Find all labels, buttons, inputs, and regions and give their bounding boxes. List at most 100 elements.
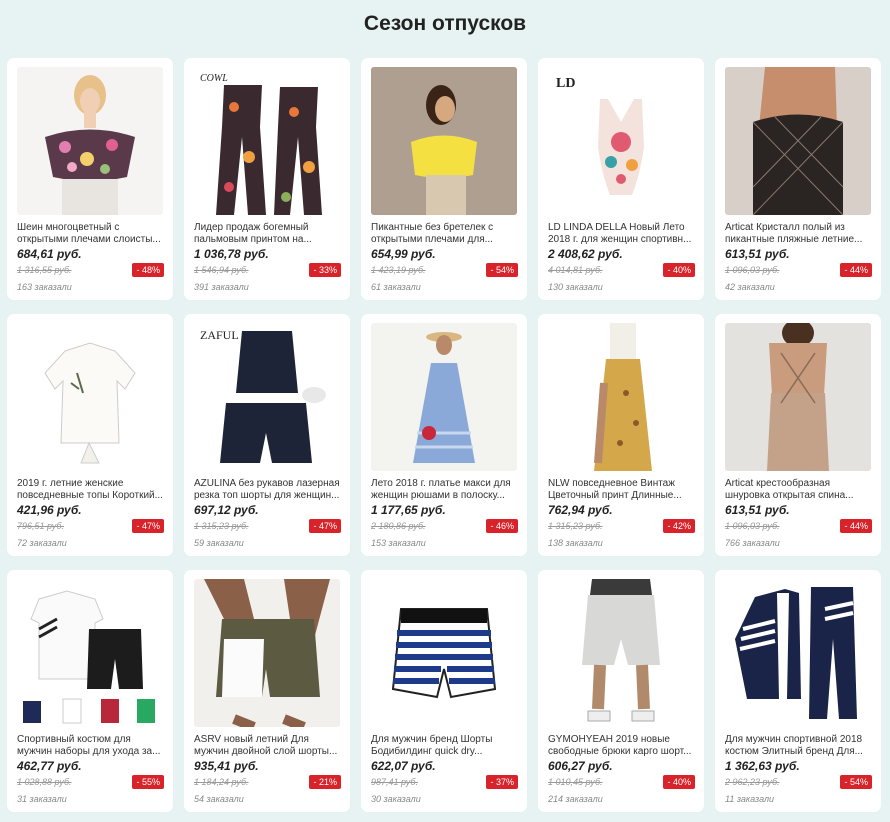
orders-count: 61 заказали xyxy=(371,282,421,292)
product-card[interactable]: ZAFUL AZULINA без рукавов лазерная резка… xyxy=(184,314,350,556)
discount-badge: - 48% xyxy=(132,263,164,277)
orders-count: 766 заказали xyxy=(725,538,780,548)
product-old-price: 1 184,24 руб. xyxy=(194,777,249,787)
product-card[interactable]: LD LD LINDA DELLA Новый Лето 2018 г. для… xyxy=(538,58,704,300)
orders-count: 163 заказали xyxy=(17,282,72,292)
orders-count: 153 заказали xyxy=(371,538,426,548)
product-grid: Шеин многоцветный с открытыми плечами сл… xyxy=(0,0,890,822)
discount-badge: - 40% xyxy=(663,775,695,789)
product-old-price: 1 010,45 руб. xyxy=(548,777,603,787)
discount-badge: - 55% xyxy=(132,775,164,789)
product-old-price: 4 014,81 руб. xyxy=(548,265,603,275)
discount-badge: - 44% xyxy=(840,519,872,533)
product-image[interactable] xyxy=(371,67,517,215)
product-name[interactable]: Пикантные без бретелек с открытыми плеча… xyxy=(371,222,519,246)
product-name[interactable]: LD LINDA DELLA Новый Лето 2018 г. для же… xyxy=(548,222,696,246)
orders-count: 31 заказали xyxy=(17,794,67,804)
product-price: 622,07 руб. xyxy=(371,759,436,773)
orders-count: 59 заказали xyxy=(194,538,244,548)
orders-count: 30 заказали xyxy=(371,794,421,804)
product-card[interactable]: 2019 г. летние женские повседневные топы… xyxy=(7,314,173,556)
product-image[interactable] xyxy=(371,579,517,727)
orders-count: 130 заказали xyxy=(548,282,603,292)
discount-badge: - 47% xyxy=(132,519,164,533)
product-old-price: 1 315,23 руб. xyxy=(194,521,249,531)
product-price: 613,51 руб. xyxy=(725,503,790,517)
svg-text:COWL: COWL xyxy=(200,73,228,84)
product-image[interactable] xyxy=(17,323,163,471)
product-old-price: 987,41 руб. xyxy=(371,777,418,787)
product-old-price: 1 315,23 руб. xyxy=(548,521,603,531)
product-card[interactable]: GYMOHYEAH 2019 новые свободные брюки кар… xyxy=(538,570,704,812)
product-name[interactable]: Лето 2018 г. платье макси для женщин рюш… xyxy=(371,478,519,502)
orders-count: 214 заказали xyxy=(548,794,603,804)
product-price: 421,96 руб. xyxy=(17,503,82,517)
product-price: 654,99 руб. xyxy=(371,247,436,261)
product-old-price: 1 096,03 руб. xyxy=(725,265,780,275)
discount-badge: - 46% xyxy=(486,519,518,533)
product-old-price: 2 962,23 руб. xyxy=(725,777,780,787)
orders-count: 54 заказали xyxy=(194,794,244,804)
discount-badge: - 44% xyxy=(840,263,872,277)
product-image[interactable]: LD xyxy=(548,67,694,215)
product-name[interactable]: Articat Кристалл полый из пикантные пляж… xyxy=(725,222,873,246)
product-name[interactable]: Для мужчин бренд Шорты Бодибилдинг quick… xyxy=(371,734,519,758)
product-price: 613,51 руб. xyxy=(725,247,790,261)
product-image[interactable] xyxy=(725,67,871,215)
orders-count: 42 заказали xyxy=(725,282,775,292)
product-image[interactable] xyxy=(548,323,694,471)
discount-badge: - 33% xyxy=(309,263,341,277)
orders-count: 138 заказали xyxy=(548,538,603,548)
product-name[interactable]: GYMOHYEAH 2019 новые свободные брюки кар… xyxy=(548,734,696,758)
product-price: 2 408,62 руб. xyxy=(548,247,623,261)
product-image[interactable] xyxy=(725,323,871,471)
product-card[interactable]: Шеин многоцветный с открытыми плечами сл… xyxy=(7,58,173,300)
svg-text:ZAFUL: ZAFUL xyxy=(200,328,239,342)
product-old-price: 1 316,55 руб. xyxy=(17,265,72,275)
product-image[interactable] xyxy=(194,579,340,727)
product-price: 697,12 руб. xyxy=(194,503,259,517)
product-old-price: 1 546,94 руб. xyxy=(194,265,249,275)
discount-badge: - 21% xyxy=(309,775,341,789)
product-image[interactable]: ZAFUL xyxy=(194,323,340,471)
product-card[interactable]: ASRV новый летний Для мужчин двойной сло… xyxy=(184,570,350,812)
product-image[interactable] xyxy=(725,579,871,727)
product-image[interactable]: COWL xyxy=(194,67,340,215)
product-name[interactable]: Articat крестообразная шнуровка открытая… xyxy=(725,478,873,502)
product-card[interactable]: NLW повседневное Винтаж Цветочный принт … xyxy=(538,314,704,556)
discount-badge: - 40% xyxy=(663,263,695,277)
product-card[interactable]: Пикантные без бретелек с открытыми плеча… xyxy=(361,58,527,300)
product-price: 684,61 руб. xyxy=(17,247,82,261)
product-image[interactable] xyxy=(371,323,517,471)
product-card[interactable]: Для мужчин спортивной 2018 костюм Элитны… xyxy=(715,570,881,812)
discount-badge: - 37% xyxy=(486,775,518,789)
product-card[interactable]: Лето 2018 г. платье макси для женщин рюш… xyxy=(361,314,527,556)
product-price: 1 177,65 руб. xyxy=(371,503,446,517)
product-price: 1 362,63 руб. xyxy=(725,759,800,773)
discount-badge: - 47% xyxy=(309,519,341,533)
orders-count: 391 заказали xyxy=(194,282,249,292)
product-card[interactable]: COWL Лидер продаж богемный пальмовым при… xyxy=(184,58,350,300)
product-name[interactable]: NLW повседневное Винтаж Цветочный принт … xyxy=(548,478,696,502)
product-name[interactable]: Шеин многоцветный с открытыми плечами сл… xyxy=(17,222,165,246)
orders-count: 11 заказали xyxy=(725,794,775,804)
product-old-price: 796,51 руб. xyxy=(17,521,64,531)
discount-badge: - 54% xyxy=(840,775,872,789)
product-name[interactable]: AZULINA без рукавов лазерная резка топ ш… xyxy=(194,478,342,502)
product-image[interactable] xyxy=(17,579,163,727)
product-old-price: 1 423,19 руб. xyxy=(371,265,426,275)
product-card[interactable]: Articat Кристалл полый из пикантные пляж… xyxy=(715,58,881,300)
product-card[interactable]: Articat крестообразная шнуровка открытая… xyxy=(715,314,881,556)
product-name[interactable]: Для мужчин спортивной 2018 костюм Элитны… xyxy=(725,734,873,758)
product-card[interactable]: Спортивный костюм для мужчин наборы для … xyxy=(7,570,173,812)
product-name[interactable]: Лидер продаж богемный пальмовым принтом … xyxy=(194,222,342,246)
product-name[interactable]: 2019 г. летние женские повседневные топы… xyxy=(17,478,165,502)
product-image[interactable] xyxy=(548,579,694,727)
product-name[interactable]: Спортивный костюм для мужчин наборы для … xyxy=(17,734,165,758)
product-price: 1 036,78 руб. xyxy=(194,247,269,261)
product-name[interactable]: ASRV новый летний Для мужчин двойной сло… xyxy=(194,734,342,758)
product-old-price: 2 180,86 руб. xyxy=(371,521,426,531)
discount-badge: - 42% xyxy=(663,519,695,533)
product-card[interactable]: Для мужчин бренд Шорты Бодибилдинг quick… xyxy=(361,570,527,812)
product-image[interactable] xyxy=(17,67,163,215)
